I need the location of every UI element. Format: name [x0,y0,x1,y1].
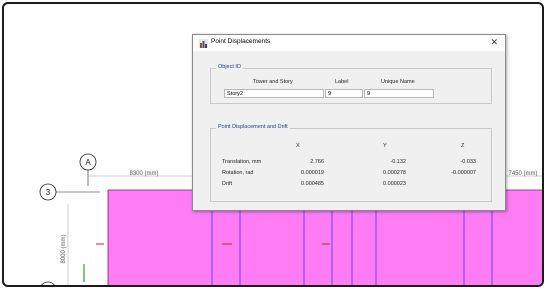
grid-bubble-3-label: 3 [46,188,51,197]
dim-vertical: 8000 (mm) [61,234,67,263]
translation-y: -0.132 [390,159,406,165]
dim-top-right: 7450 (mm) [508,171,537,177]
label-field[interactable]: 9 [325,89,363,98]
rotation-y: 0.000278 [383,170,406,176]
header-unique-name: Unique Name [381,79,415,85]
header-label: Label [335,79,349,85]
point-displacements-dialog: Point Displacements ✕ Object ID Tower an… [192,34,506,211]
app-icon [199,39,208,48]
grid-bubble-lower [41,281,55,285]
grid-bubble-a-label: A [85,158,91,167]
drift-x: 0.000485 [301,181,324,187]
object-id-group: Object ID Tower and Story Label Unique N… [210,64,492,104]
col-x: X [296,143,300,149]
rotation-z: -0.000007 [451,170,476,176]
col-z: Z [461,143,465,149]
dialog-titlebar[interactable]: Point Displacements ✕ [193,35,505,51]
displacement-group: Point Displacement and Drift X Y Z Trans… [210,124,492,202]
close-icon[interactable]: ✕ [490,37,498,48]
row-label-drift: Drift [222,181,233,187]
row-label-translation: Translation, mm [222,159,262,165]
header-tower-story: Tower and Story [253,79,293,85]
translation-x: 2.766 [310,159,324,165]
dim-top-left: 8300 (mm) [129,171,158,177]
drift-y: 0.000023 [383,181,406,187]
col-y: Y [383,143,387,149]
story-field[interactable]: Story2 [224,89,324,98]
row-label-rotation: Rotation, rad [222,170,254,176]
displacement-legend: Point Displacement and Drift [216,124,290,130]
unique-name-field[interactable]: 9 [364,89,434,98]
object-id-legend: Object ID [216,64,243,70]
screenshot-frame: A 3 8300 (mm) 7450 (mm) 8000 (mm) Point … [2,2,544,287]
translation-z: -0.033 [460,159,476,165]
rotation-x: 0.000019 [301,170,324,176]
dialog-title: Point Displacements [211,38,271,45]
